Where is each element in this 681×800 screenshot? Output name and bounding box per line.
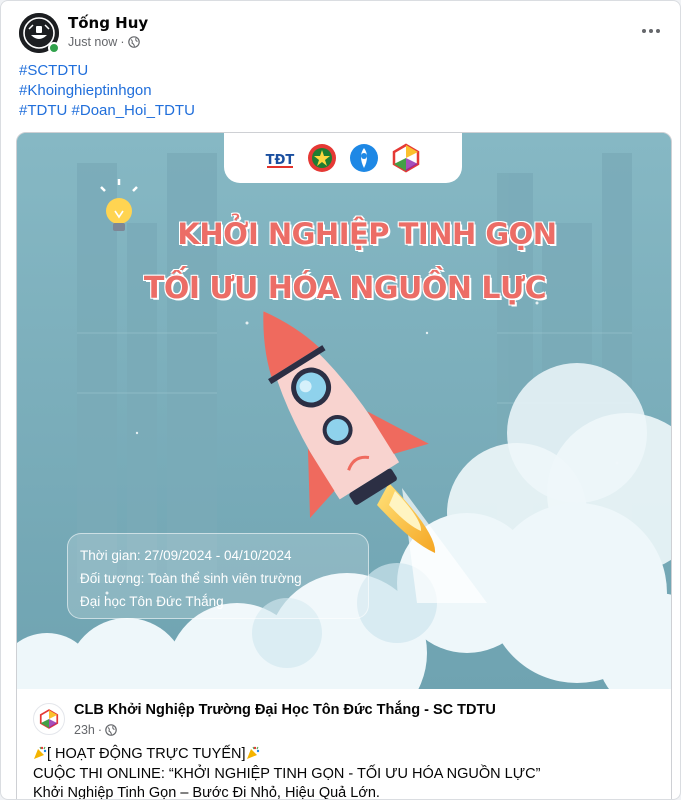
hashtag-link[interactable]: #Khoinghieptinhgon <box>19 82 152 99</box>
hashtag-line: #SCTDTU <box>19 61 195 81</box>
partner-logos: TĐT <box>224 133 462 183</box>
globe-icon[interactable] <box>105 724 117 736</box>
post-text-line: [ HOẠT ĐỘNG TRỰC TUYẾN] <box>33 745 663 765</box>
post-meta: Just now · <box>68 35 140 49</box>
tdt-logo: TĐT <box>266 153 295 168</box>
party-popper-icon <box>34 746 47 759</box>
page-meta: 23h · <box>74 723 117 737</box>
page-post-time[interactable]: 23h <box>74 723 95 737</box>
student-association-logo <box>350 144 378 172</box>
youth-union-logo <box>308 144 336 172</box>
post-text-contest: CUỘC THI ONLINE: “KHỞI NGHIỆP TINH GỌN -… <box>33 765 541 782</box>
poster-headline-1: KHỞI NGHIỆP TINH GỌN <box>177 217 557 251</box>
post-header: Tống Huy Just now · <box>19 13 669 55</box>
sc-tdtu-logo <box>39 709 59 729</box>
poster-info-audience: Đối tượng: Toàn thể sinh viên trường <box>80 571 302 586</box>
shared-post[interactable]: TĐT KHỞI NGHIỆP TINH GỌN TỐI ƯU HÓA NGUỒ… <box>16 132 672 800</box>
party-popper-icon <box>246 746 259 759</box>
hashtag-line: #Khoinghieptinhgon <box>19 81 195 101</box>
online-status-dot <box>48 42 60 54</box>
poster-headline-2: TỐI ƯU HÓA NGUỒN LỰC <box>143 271 547 306</box>
more-options-icon[interactable] <box>637 17 665 45</box>
shared-page-header: CLB Khởi Nghiệp Trường Đại Học Tôn Đức T… <box>17 689 671 745</box>
post-text-activity: [ HOẠT ĐỘNG TRỰC TUYẾN] <box>47 746 246 762</box>
poster-info-school: Đại học Tôn Đức Thắng <box>80 594 224 609</box>
hashtag-line: #TDTU #Doan_Hoi_TDTU <box>19 101 195 121</box>
meta-separator: · <box>120 35 125 49</box>
poster-info-box: Thời gian: 27/09/2024 - 04/10/2024 Đối t… <box>67 533 369 619</box>
post-text-slogan: Khởi Nghiệp Tinh Gọn – Bước Đi Nhỏ, Hiệu… <box>33 785 380 800</box>
sc-tdtu-logo <box>392 143 420 173</box>
hashtag-link[interactable]: #Doan_Hoi_TDTU <box>72 102 195 119</box>
post-card: Tống Huy Just now · #SCTDTU #Khoinghiept… <box>0 0 681 800</box>
globe-icon[interactable] <box>127 36 140 48</box>
hashtag-link[interactable]: #SCTDTU <box>19 62 88 79</box>
hashtag-link[interactable]: #TDTU <box>19 102 67 119</box>
meta-separator: · <box>97 723 103 737</box>
post-hashtags: #SCTDTU #Khoinghieptinhgon #TDTU #Doan_H… <box>19 61 195 121</box>
page-name[interactable]: CLB Khởi Nghiệp Trường Đại Học Tôn Đức T… <box>74 702 496 718</box>
poster-image[interactable]: TĐT KHỞI NGHIỆP TINH GỌN TỐI ƯU HÓA NGUỒ… <box>17 133 671 689</box>
shared-post-text: [ HOẠT ĐỘNG TRỰC TUYẾN] CUỘC THI ONLINE:… <box>33 745 663 800</box>
author-name[interactable]: Tống Huy <box>68 14 148 32</box>
page-avatar[interactable] <box>33 703 65 735</box>
svg-text:TĐT: TĐT <box>266 153 295 168</box>
post-time[interactable]: Just now <box>68 35 117 49</box>
poster-info-time: Thời gian: 27/09/2024 - 04/10/2024 <box>80 548 292 563</box>
